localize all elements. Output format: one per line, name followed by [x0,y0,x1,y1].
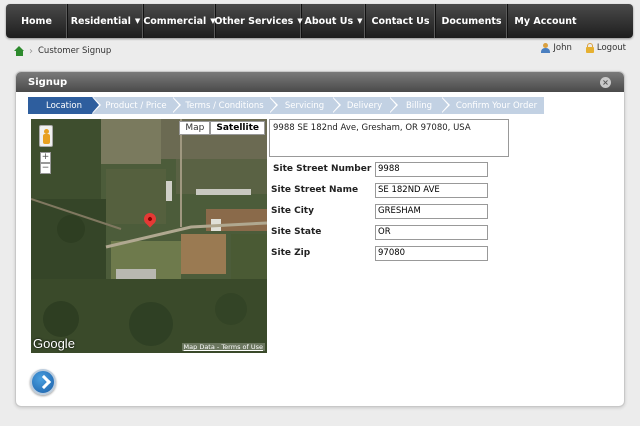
zoom-out-button[interactable]: − [40,163,51,174]
map-type-satellite-button[interactable]: Satellite [210,121,265,135]
step-label: Servicing [284,100,325,111]
lock-icon [585,43,594,53]
close-icon[interactable]: × [600,77,611,88]
street-number-input[interactable] [375,161,488,177]
zip-input[interactable] [375,245,488,261]
street-view-pegman-icon[interactable] [39,125,53,147]
chevron-right-icon: › [29,45,33,57]
map-type-control: Map Satellite [179,121,265,135]
form-row-street-number: Site Street Number ? [271,161,488,177]
step-servicing[interactable]: Servicing [269,97,341,114]
step-location[interactable]: Location [28,97,101,114]
logout-link[interactable]: Logout [597,43,626,53]
nav-about-us[interactable]: About Us ▼ [302,4,366,38]
step-label: Confirm Your Order [455,100,538,111]
nav-other-services[interactable]: Other Services ▼ [214,4,303,38]
step-confirm-order[interactable]: Confirm Your Order [441,97,544,114]
city-input[interactable] [375,203,488,219]
satellite-map[interactable]: + − Map Satellite Google Map Data - Term… [31,119,267,353]
nav-label: Contact Us [371,15,430,27]
address-search-box[interactable]: 9988 SE 182nd Ave, Gresham, OR 97080, US… [269,119,509,157]
state-label: Site State [271,227,322,237]
nav-residential[interactable]: Residential ▼ [68,4,144,38]
signup-panel: Signup × Location Product / Price Terms … [15,71,625,407]
zip-label: Site Zip [271,248,311,258]
user-name[interactable]: John [553,43,571,53]
home-icon[interactable] [14,45,25,57]
breadcrumb: › Customer Signup [14,44,111,58]
nav-label: Home [21,15,52,27]
nav-my-account[interactable]: My Account [508,4,583,38]
wizard-steps: Location Product / Price Terms / Conditi… [28,97,544,114]
main-nav: Home Residential ▼ Commercial ▼ Other Serv… [6,4,633,38]
street-number-label: Site Street Number [273,164,372,174]
nav-home[interactable]: Home [6,4,68,38]
street-name-input[interactable] [375,182,488,198]
city-label: Site City [271,206,314,216]
google-logo: Google [33,336,75,351]
step-product-price[interactable]: Product / Price [92,97,181,114]
satellite-imagery [31,119,267,353]
step-label: Location [46,100,82,111]
step-label: Delivery [346,100,383,111]
nav-label: Commercial [143,15,207,27]
breadcrumb-current: Customer Signup [38,46,112,56]
nav-label: My Account [514,15,577,27]
next-step-button[interactable] [30,369,56,395]
panel-title: Signup [28,76,68,88]
user-area: John Logout [541,43,626,53]
caret-down-icon: ▼ [134,17,141,25]
caret-down-icon: ▼ [357,17,363,25]
state-input[interactable] [375,224,488,240]
user-icon [541,43,551,53]
nav-label: Residential [70,15,131,27]
nav-contact-us[interactable]: Contact Us [366,4,436,38]
nav-commercial[interactable]: Commercial ▼ [143,4,216,38]
zoom-control: + − [40,152,51,174]
street-name-label: Site Street Name [271,185,359,195]
step-label: Product / Price [105,100,167,111]
nav-label: Other Services [214,15,294,27]
map-terms-link[interactable]: Map Data - Terms of Use [181,343,265,351]
map-type-map-button[interactable]: Map [179,121,211,135]
zoom-in-button[interactable]: + [40,152,51,163]
panel-header: Signup × [16,72,624,92]
nav-label: Documents [441,15,502,27]
form-row-zip: Site Zip [271,245,488,261]
step-label: Billing [405,100,433,111]
form-row-street-name: Site Street Name [271,182,488,198]
form-row-city: Site City [271,203,488,219]
step-terms-conditions[interactable]: Terms / Conditions [172,97,278,114]
nav-label: About Us [304,15,354,27]
step-label: Terms / Conditions [185,100,264,111]
nav-documents[interactable]: Documents [436,4,508,38]
form-row-state: Site State [271,224,488,240]
